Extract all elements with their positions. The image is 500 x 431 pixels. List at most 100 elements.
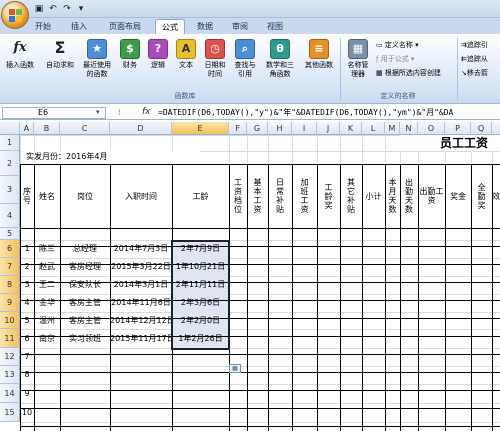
row-header-11[interactable]: 11 — [0, 329, 20, 348]
header-name[interactable]: 姓名 — [34, 164, 60, 228]
row-header-1[interactable]: 1 — [0, 135, 20, 151]
recent-functions-button[interactable]: ★ 最近使用的函数 — [80, 39, 114, 93]
column-header-d[interactable]: D — [110, 122, 172, 135]
cell-name[interactable]: 金华 — [34, 294, 60, 312]
insert-function-fx-icon[interactable]: fx — [142, 107, 151, 117]
math-trig-button[interactable]: θ 数学和三角函数 — [262, 39, 298, 93]
cell-seq[interactable]: 8 — [20, 366, 34, 384]
create-from-selection-button[interactable]: ▦ 根据所选内容创建 — [376, 68, 441, 78]
column-header-n[interactable]: N — [400, 122, 418, 135]
cell-seq[interactable]: 3 — [20, 276, 34, 294]
cell-tenure[interactable]: 2年7月9日 — [172, 240, 229, 258]
undo-icon[interactable]: ↶ — [47, 3, 59, 15]
cell-position[interactable]: 客房经理 — [60, 258, 110, 276]
header-attend-pay[interactable]: 出勤工资 — [418, 164, 445, 228]
cell-name[interactable]: 王二 — [34, 276, 60, 294]
column-header-r[interactable]: R — [492, 122, 500, 135]
header-tenure[interactable]: 工龄 — [172, 164, 229, 228]
header-month-days[interactable]: 本月天数 — [385, 164, 400, 228]
cell-seq[interactable]: 5 — [20, 312, 34, 329]
text-functions-button[interactable]: A 文本 — [174, 39, 198, 93]
column-header-e[interactable]: E — [172, 122, 229, 135]
header-base[interactable]: 基本工资 — [247, 164, 268, 228]
date-time-button[interactable]: ◷ 日期和时间 — [202, 39, 228, 93]
row-header-7[interactable]: 7 — [0, 258, 20, 276]
cell-tenure[interactable]: 1年2月26日 — [172, 329, 229, 348]
cell-tenure[interactable]: 2年2月0日 — [172, 312, 229, 329]
cell-position[interactable]: 实习领班 — [60, 329, 110, 348]
name-box[interactable]: E6 — [2, 107, 106, 119]
header-full-attend[interactable]: 全勤奖 — [471, 164, 492, 228]
header-last[interactable]: 效 — [492, 164, 500, 228]
define-name-button[interactable]: ▭ 定义名称 ▾ — [376, 40, 419, 50]
row-header-8[interactable]: 8 — [0, 276, 20, 294]
more-functions-button[interactable]: ≡ 其他函数 — [300, 39, 338, 93]
column-header-a[interactable]: A — [20, 122, 34, 135]
header-bonus[interactable]: 奖金 — [445, 164, 471, 228]
row-header-3[interactable]: 3 — [0, 176, 20, 204]
column-header-o[interactable]: O — [418, 122, 445, 135]
use-in-formula-button[interactable]: ƒ 用于公式 ▾ — [376, 54, 414, 64]
header-overtime[interactable]: 加班工资 — [292, 164, 317, 228]
cell-position[interactable]: 保安队长 — [60, 276, 110, 294]
logical-button[interactable]: ? 逻辑 — [146, 39, 170, 93]
cell-hire-date[interactable]: 2014年3月1日 — [110, 276, 172, 294]
pay-month-label[interactable]: 实发月份：2016年4月 — [22, 151, 200, 162]
cell-hire-date[interactable]: 2014年12月12日 — [110, 312, 172, 329]
column-header-q[interactable]: Q — [471, 122, 492, 135]
cell-hire-date[interactable]: 2015年3月22日 — [110, 258, 172, 276]
tab-insert[interactable]: 插入 — [66, 19, 92, 34]
insert-function-button[interactable]: fx 插入函数 — [2, 39, 38, 93]
row-header-14[interactable]: 14 — [0, 384, 20, 403]
trace-dependents-button[interactable]: ⇇追踪从 — [461, 54, 488, 64]
select-all-corner[interactable] — [0, 122, 20, 135]
row-header-12[interactable]: 12 — [0, 348, 20, 366]
cell-seq[interactable]: 7 — [20, 348, 34, 366]
column-header-f[interactable]: F — [229, 122, 247, 135]
cell-hire-date[interactable]: 2015年11月17日 — [110, 329, 172, 348]
cell-seq[interactable]: 2 — [20, 258, 34, 276]
cell-name[interactable]: 陈三 — [34, 240, 60, 258]
formula-input[interactable]: =DATEDIF(D6,TODAY(),"y")&"年"&DATEDIF(D6,… — [158, 108, 453, 118]
cell-hire-date[interactable]: 2014年11月6日 — [110, 294, 172, 312]
header-daily-allow[interactable]: 日常补贴 — [268, 164, 292, 228]
column-header-l[interactable]: L — [362, 122, 385, 135]
lookup-reference-button[interactable]: ⌕ 查找与引用 — [232, 39, 258, 93]
cell-seq[interactable]: 4 — [20, 294, 34, 312]
cell-position[interactable]: 客房主管 — [60, 312, 110, 329]
cell-name[interactable]: 温州 — [34, 312, 60, 329]
office-button[interactable] — [1, 1, 29, 29]
column-header-g[interactable]: G — [247, 122, 268, 135]
financial-button[interactable]: $ 财务 — [118, 39, 142, 93]
customize-quick-access-icon[interactable]: ▾ — [75, 3, 87, 15]
cell-name[interactable]: 南京 — [34, 329, 60, 348]
column-header-i[interactable]: I — [292, 122, 317, 135]
autofill-options-icon[interactable]: ▦ — [229, 364, 241, 373]
header-hire-date[interactable]: 入职时间 — [110, 164, 172, 228]
column-header-b[interactable]: B — [34, 122, 60, 135]
tab-data[interactable]: 数据 — [192, 19, 218, 34]
header-position[interactable]: 岗位 — [60, 164, 110, 228]
cell-tenure[interactable]: 2年3月6日 — [172, 294, 229, 312]
tab-formulas[interactable]: 公式 — [155, 19, 185, 34]
header-level[interactable]: 工资档位 — [229, 164, 247, 228]
column-header-m[interactable]: M — [385, 122, 400, 135]
column-header-k[interactable]: K — [340, 122, 362, 135]
worksheet-grid[interactable]: ABCDEFGHIJKLMNOPQR 123456789101112131415… — [0, 122, 500, 431]
column-header-p[interactable]: P — [445, 122, 471, 135]
row-header-6[interactable]: 6 — [0, 240, 20, 258]
header-subtotal[interactable]: 小计 — [362, 164, 385, 228]
column-header-h[interactable]: H — [268, 122, 292, 135]
tab-home[interactable]: 开始 — [30, 19, 56, 34]
cell-name[interactable]: 赵武 — [34, 258, 60, 276]
row-header-2[interactable]: 2 — [0, 151, 20, 176]
sheet-title[interactable]: 员工工资 — [400, 135, 500, 151]
cell-seq[interactable]: 6 — [20, 329, 34, 348]
trace-precedents-button[interactable]: ⇉追踪引 — [461, 40, 488, 50]
header-attend-days[interactable]: 出勤天数 — [400, 164, 418, 228]
tab-view[interactable]: 视图 — [262, 19, 288, 34]
cell-tenure[interactable]: 1年10月21日 — [172, 258, 229, 276]
tab-page-layout[interactable]: 页面布局 — [103, 19, 147, 34]
row-header-13[interactable]: 13 — [0, 366, 20, 384]
cell-hire-date[interactable]: 2014年7月3日 — [110, 240, 172, 258]
